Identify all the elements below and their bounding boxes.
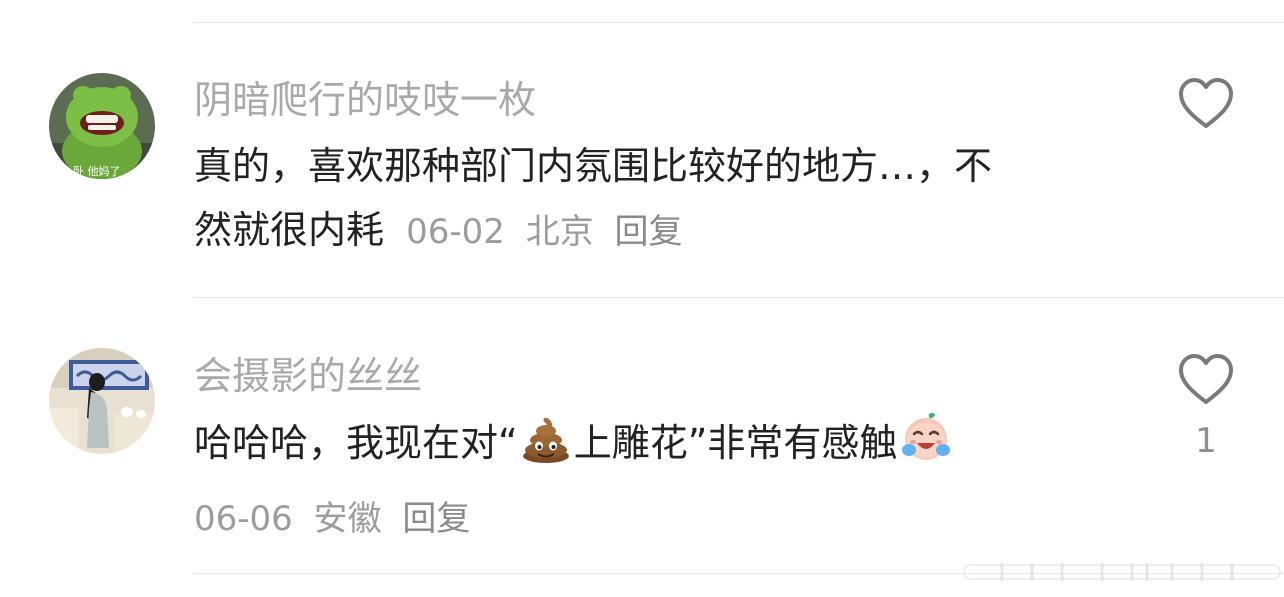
comment-text-line-end: 然就很内耗 <box>194 208 385 252</box>
comment-location: 安徽 <box>313 499 382 539</box>
avatar-caption: 卧 他妈了 <box>73 164 121 178</box>
crying-laughing-baby-emoji <box>899 410 953 483</box>
like-count: 1 <box>1195 421 1217 461</box>
reply-button[interactable]: 回复 <box>615 212 683 252</box>
comment-username[interactable]: 阴暗爬行的吱吱一枚 <box>194 81 536 119</box>
comment-meta: 06-06 安徽 回复 <box>194 487 955 551</box>
heart-outline-icon <box>1179 78 1233 128</box>
like-button[interactable] <box>1176 76 1236 132</box>
museum-photo-avatar-image <box>49 348 155 454</box>
like-button[interactable] <box>1176 352 1236 408</box>
heart-outline-icon <box>1179 354 1233 404</box>
comment-username[interactable]: 会摄影的丝丝 <box>194 357 422 395</box>
top-divider <box>193 22 1284 23</box>
reply-button[interactable]: 回复 <box>402 499 470 539</box>
avatar[interactable] <box>49 348 155 454</box>
comment-divider <box>193 297 1284 298</box>
frog-plush-avatar-image: 卧 他妈了 <box>49 73 155 179</box>
comment-text: 哈哈哈，我现在对“ 上雕花”非常有感触 06-06 安徽 回复 <box>194 410 955 551</box>
comment-text: 真的，喜欢那种部门内氛围比较好的地方…，不 然就很内耗 06-02 北京 回复 <box>194 134 992 264</box>
poop-emoji <box>520 417 572 483</box>
comment-text-line: 哈哈哈，我现在对“ 上雕花”非常有感触 <box>194 410 955 483</box>
scroll-indicator <box>962 561 1282 583</box>
avatar[interactable]: 卧 他妈了 <box>49 73 155 179</box>
comment-text-segment: 上雕花”非常有感触 <box>573 421 898 465</box>
comment-text-segment: 哈哈哈，我现在对“ <box>194 421 518 465</box>
comment-date: 06-06 <box>194 499 293 539</box>
comment-location: 北京 <box>525 212 594 252</box>
comment-date: 06-02 <box>406 212 505 252</box>
comment-text-line: 真的，喜欢那种部门内氛围比较好的地方…，不 <box>194 144 993 188</box>
comment-text-line-2: 然就很内耗 06-02 北京 回复 <box>194 198 992 264</box>
